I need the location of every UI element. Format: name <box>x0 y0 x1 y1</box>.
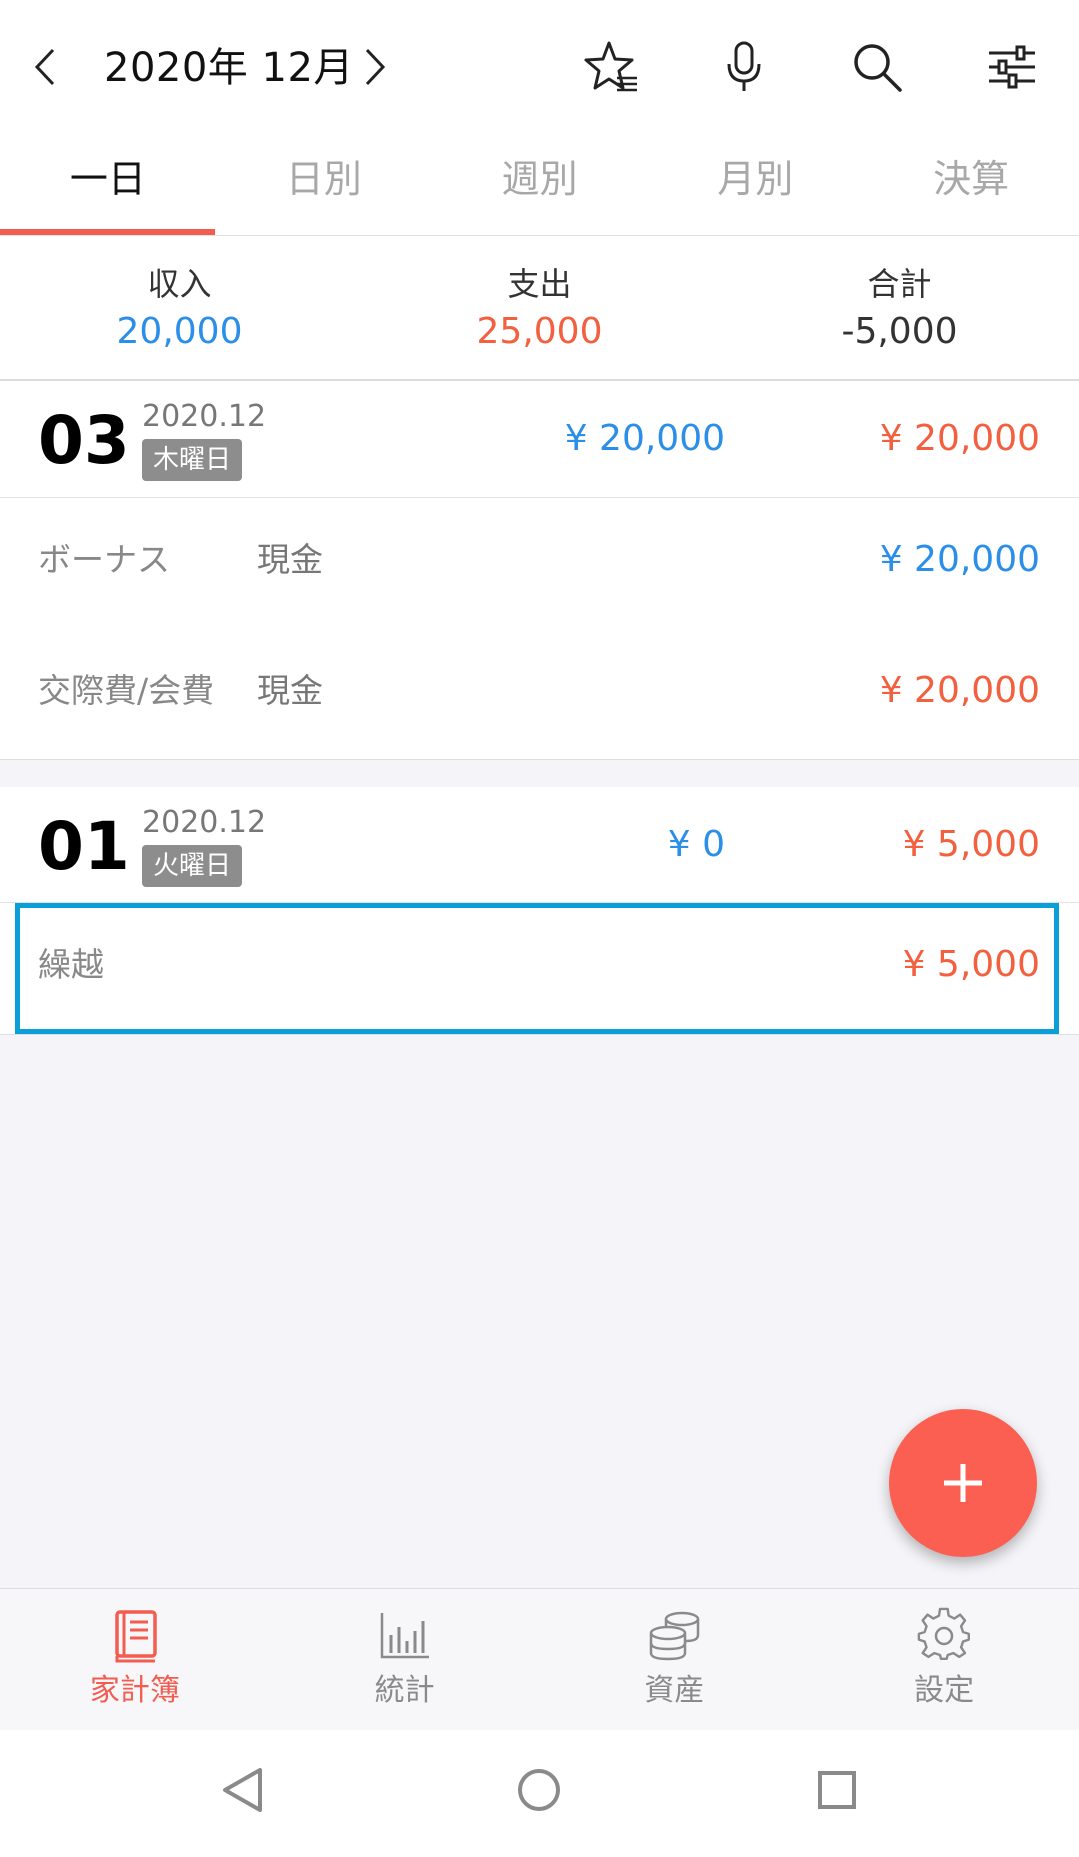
day-number: 01 <box>38 808 130 885</box>
gear-icon <box>917 1607 971 1661</box>
transaction-account: 現金 <box>257 671 323 710</box>
nav-item-assets[interactable]: 資産 <box>540 1589 810 1731</box>
nav-item-ledger[interactable]: 家計簿 <box>0 1589 270 1731</box>
star-list-icon <box>584 41 637 92</box>
active-tab-indicator <box>0 229 215 235</box>
weekday-badge: 木曜日 <box>142 439 243 481</box>
nav-label: 設定 <box>914 1673 975 1708</box>
day-year-month: 2020.12 <box>142 805 267 840</box>
coins-icon <box>650 1611 700 1661</box>
month-summary: 収入 20,000 支出 25,000 合計 -5,000 <box>0 236 1079 381</box>
plus-icon <box>944 1464 982 1502</box>
chevron-right-icon <box>365 48 386 86</box>
weekday-badge: 火曜日 <box>142 845 243 887</box>
month-label[interactable]: 2020年 12月 <box>104 40 354 96</box>
income-summary: 収入 20,000 <box>0 264 359 356</box>
tab-settlement[interactable]: 決算 <box>863 133 1079 236</box>
net-summary: 合計 -5,000 <box>720 264 1079 356</box>
system-recents-button[interactable] <box>807 1760 867 1820</box>
bottom-navigation: 家計簿 統計 資産 設定 <box>0 1588 1079 1730</box>
voice-input-button[interactable] <box>714 36 774 98</box>
income-label: 収入 <box>147 265 212 303</box>
day-expense: ¥ 20,000 <box>879 418 1040 459</box>
nav-item-settings[interactable]: 設定 <box>809 1589 1079 1731</box>
tab-daily[interactable]: 一日 <box>0 133 216 236</box>
search-button[interactable] <box>846 36 908 98</box>
system-home-button[interactable] <box>509 1760 569 1820</box>
chevron-left-icon <box>34 48 55 86</box>
system-navigation-bar <box>0 1730 1079 1857</box>
transaction-row[interactable]: ボーナス 現金 ¥ 20,000 <box>0 498 1079 629</box>
nav-label: 家計簿 <box>89 1673 180 1708</box>
day-expense: ¥ 5,000 <box>902 824 1040 865</box>
microphone-icon <box>727 41 761 91</box>
next-month-button[interactable] <box>352 34 398 100</box>
net-total: -5,000 <box>841 311 958 352</box>
selection-highlight <box>15 903 1059 1034</box>
day-income: ¥ 20,000 <box>564 418 725 459</box>
book-icon <box>115 1610 157 1663</box>
bar-chart-icon <box>380 1613 429 1659</box>
transaction-amount: ¥ 20,000 <box>879 539 1040 580</box>
nav-item-stats[interactable]: 統計 <box>270 1589 540 1731</box>
filter-button[interactable] <box>981 36 1043 98</box>
back-triangle-icon <box>223 1768 262 1812</box>
favorites-button[interactable] <box>578 36 644 98</box>
transaction-account: 現金 <box>257 540 323 579</box>
recents-square-icon <box>818 1771 856 1809</box>
day-group-03: 03 2020.12 木曜日 ¥ 20,000 ¥ 20,000 ボーナス 現金… <box>0 381 1079 760</box>
filter-sliders-icon <box>989 45 1035 89</box>
system-back-button[interactable] <box>212 1760 272 1820</box>
day-number: 03 <box>38 402 130 479</box>
tab-monthly[interactable]: 月別 <box>647 133 863 236</box>
nav-label: 統計 <box>374 1673 435 1708</box>
prev-month-button[interactable] <box>22 34 68 100</box>
net-label: 合計 <box>867 265 932 303</box>
transaction-amount: ¥ 20,000 <box>879 670 1040 711</box>
day-header[interactable]: 03 2020.12 木曜日 ¥ 20,000 ¥ 20,000 <box>0 381 1079 498</box>
tab-weekly[interactable]: 週別 <box>432 133 648 236</box>
add-transaction-button[interactable] <box>889 1409 1037 1557</box>
nav-label: 資産 <box>644 1673 705 1708</box>
income-total: 20,000 <box>116 311 243 352</box>
day-header[interactable]: 01 2020.12 火曜日 ¥ 0 ¥ 5,000 <box>0 787 1079 903</box>
view-tabs: 一日 日別 週別 月別 決算 <box>0 133 1079 236</box>
day-income: ¥ 0 <box>667 824 725 865</box>
expense-summary: 支出 25,000 <box>360 264 719 356</box>
tab-by-day[interactable]: 日別 <box>216 133 432 236</box>
home-circle-icon <box>518 1769 560 1811</box>
day-year-month: 2020.12 <box>142 399 267 434</box>
app-root: 2020年 12月 一日 日別 週別 月別 決算 収入 20,000 支出 25… <box>0 0 1079 1857</box>
expense-label: 支出 <box>507 265 572 303</box>
transaction-category: 交際費/会費 <box>38 671 215 710</box>
main-area: 2020年 12月 一日 日別 週別 月別 決算 収入 20,000 支出 25… <box>0 0 1079 1588</box>
transaction-row[interactable]: 交際費/会費 現金 ¥ 20,000 <box>0 629 1079 760</box>
top-bar: 2020年 12月 <box>0 0 1079 133</box>
search-icon <box>854 44 902 92</box>
expense-total: 25,000 <box>476 311 603 352</box>
transaction-category: ボーナス <box>38 540 170 579</box>
